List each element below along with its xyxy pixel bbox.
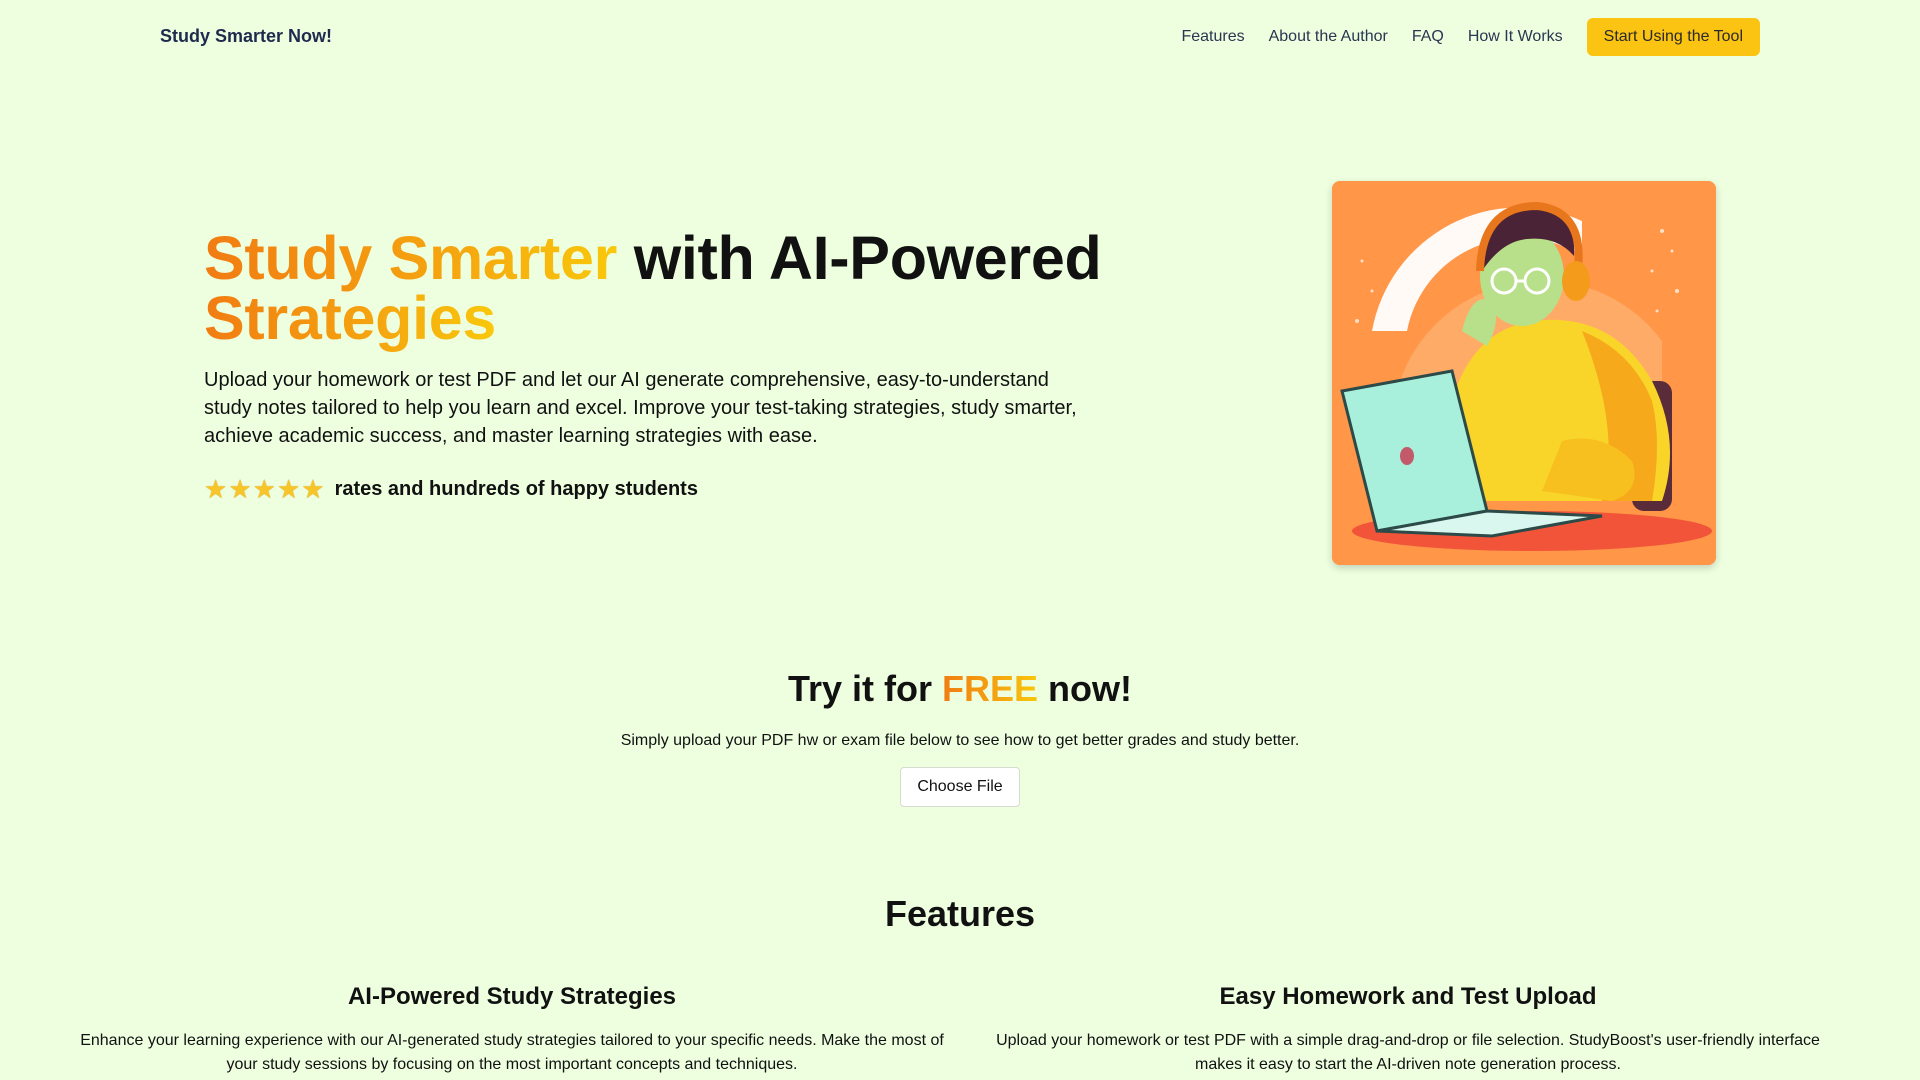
star-icon: ★ [276, 474, 301, 504]
try-title-highlight: FREE [942, 668, 1039, 709]
rating-text: rates and hundreds of happy students [334, 477, 698, 500]
hero-section: Study Smarter with AI-Powered Strategies… [204, 228, 1104, 503]
nav-link-features[interactable]: Features [1181, 28, 1244, 46]
rating-row: ★ ★ ★ ★ ★ rates and hundreds of happy st… [204, 476, 1104, 502]
hero-illustration [1332, 181, 1716, 565]
try-title-after: now! [1048, 668, 1133, 709]
star-icon: ★ [252, 474, 276, 504]
feature-title: Easy Homework and Test Upload [1219, 983, 1597, 1010]
hero-title-rest: with AI-Powered [633, 224, 1102, 292]
feature-text: Enhance your learning experience with ou… [80, 1032, 944, 1073]
try-subtitle: Simply upload your PDF hw or exam file b… [620, 732, 1300, 749]
brand-logo-text[interactable]: Study Smarter Now! [160, 26, 332, 47]
start-tool-button[interactable]: Start Using the Tool [1586, 18, 1760, 56]
student-with-laptop-illustration [1332, 181, 1716, 565]
hero-subtitle: Upload your homework or test PDF and let… [204, 369, 1077, 447]
rating-stars: ★ ★ ★ ★ ★ [204, 476, 325, 502]
hero-title: Study Smarter with AI-Powered Strategies [204, 228, 1104, 349]
star-icon: ★ [228, 474, 252, 504]
features-section: Features AI-Powered Study Strategies Enh… [0, 893, 1920, 1073]
try-title: Try it for FREE now! [0, 668, 1920, 710]
hero-title-line2: Strategies [204, 284, 496, 352]
choose-file-button[interactable]: Choose File [900, 767, 1020, 807]
star-icon: ★ [204, 474, 228, 504]
feature-card: Easy Homework and Test Upload Upload you… [973, 983, 1843, 1077]
feature-text: Upload your homework or test PDF with a … [996, 1032, 1820, 1073]
try-title-before: Try it for [787, 668, 932, 709]
features-title: Features [884, 893, 1036, 934]
nav-link-about-author[interactable]: About the Author [1269, 28, 1388, 46]
top-nav: Study Smarter Now! Features About the Au… [0, 0, 1920, 75]
nav-link-faq[interactable]: FAQ [1412, 28, 1444, 46]
try-free-section: Try it for FREE now! Simply upload your … [0, 668, 1920, 807]
hero-title-highlight: Study Smarter [204, 224, 618, 292]
nav-link-how-it-works[interactable]: How It Works [1468, 28, 1563, 46]
feature-title: AI-Powered Study Strategies [347, 983, 677, 1010]
star-icon: ★ [301, 474, 325, 504]
nav-links: Features About the Author FAQ How It Wor… [1181, 18, 1760, 56]
feature-card: AI-Powered Study Strategies Enhance your… [77, 983, 947, 1077]
